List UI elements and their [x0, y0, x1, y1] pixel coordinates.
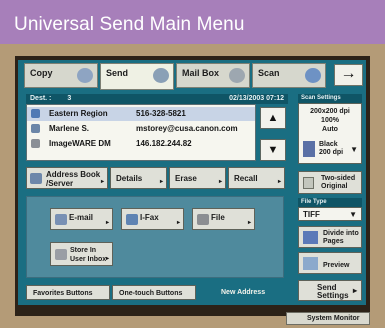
preview-button[interactable]: Preview	[298, 252, 362, 274]
erase-button[interactable]: Erase ▸	[169, 167, 226, 189]
two-sided-original-button[interactable]: Two-sided Original	[298, 171, 362, 194]
mailbox-icon	[229, 68, 245, 83]
file-button[interactable]: File ▸	[192, 208, 255, 230]
color-mode-icon	[303, 141, 315, 157]
send-icon	[153, 68, 169, 83]
system-monitor-button[interactable]: System Monitor	[286, 312, 370, 325]
ifax-button[interactable]: I-Fax ▸	[121, 208, 184, 230]
datetime: 02/13/2003 07:12	[229, 95, 284, 102]
inbox-icon	[55, 249, 67, 260]
tab-mailbox[interactable]: Mail Box	[176, 63, 250, 88]
file-type-select[interactable]: TIFF ▼	[298, 207, 362, 221]
ifax-icon	[126, 214, 138, 225]
file-icon	[197, 214, 209, 225]
favorites-buttons-button[interactable]: Favorites Buttons	[26, 285, 110, 300]
scan-icon	[305, 68, 321, 83]
send-settings-button[interactable]: Send Settings ▸	[298, 280, 362, 301]
chevron-down-icon: ▼	[350, 145, 358, 154]
store-in-user-inbox-button[interactable]: Store In User Inbox ▸	[50, 242, 113, 266]
tab-copy[interactable]: Copy	[24, 63, 98, 88]
two-sided-icon	[303, 177, 314, 189]
one-touch-buttons-button[interactable]: One-touch Buttons	[112, 285, 196, 300]
destination-row[interactable]: ImageWARE DM 146.182.244.82	[27, 137, 255, 151]
scan-settings-box[interactable]: 200x200 dpi 100% Auto Black 200 dpi ▼	[298, 103, 362, 164]
tab-send[interactable]: Send	[100, 63, 174, 90]
file-type-header: File Type	[298, 198, 362, 207]
address-book-icon	[30, 173, 42, 184]
details-button[interactable]: Details ▸	[110, 167, 167, 189]
preview-icon	[303, 257, 318, 270]
scroll-up-button[interactable]: ▲	[260, 107, 286, 129]
scroll-down-button[interactable]: ▼	[260, 139, 286, 161]
email-button[interactable]: E-mail ▸	[50, 208, 113, 230]
email-icon	[31, 124, 40, 133]
destination-list: Eastern Region 516-328-5821 Marlene S. m…	[26, 104, 256, 161]
new-address-label[interactable]: New Address	[221, 289, 265, 296]
fax-icon	[31, 109, 40, 118]
destination-row[interactable]: Eastern Region 516-328-5821	[27, 107, 255, 121]
tab-scan[interactable]: Scan	[252, 63, 326, 88]
copy-icon	[77, 68, 93, 83]
destination-row[interactable]: Marlene S. mstorey@cusa.canon.com	[27, 122, 255, 136]
chevron-down-icon: ▼	[349, 210, 357, 219]
file-server-icon	[31, 139, 40, 148]
page-caption: Universal Send Main Menu	[0, 0, 385, 44]
divide-pages-icon	[303, 231, 318, 244]
divide-into-pages-button[interactable]: Divide into Pages	[298, 226, 362, 248]
address-book-button[interactable]: Address Book /Server ▸	[26, 167, 108, 189]
destination-header: Dest. : 3 02/13/2003 07:12	[26, 94, 288, 104]
recall-button[interactable]: Recall ▸	[228, 167, 285, 189]
next-tab-button[interactable]: →	[334, 64, 363, 86]
email-icon	[55, 214, 67, 225]
scan-settings-header: Scan Settings	[298, 94, 362, 103]
